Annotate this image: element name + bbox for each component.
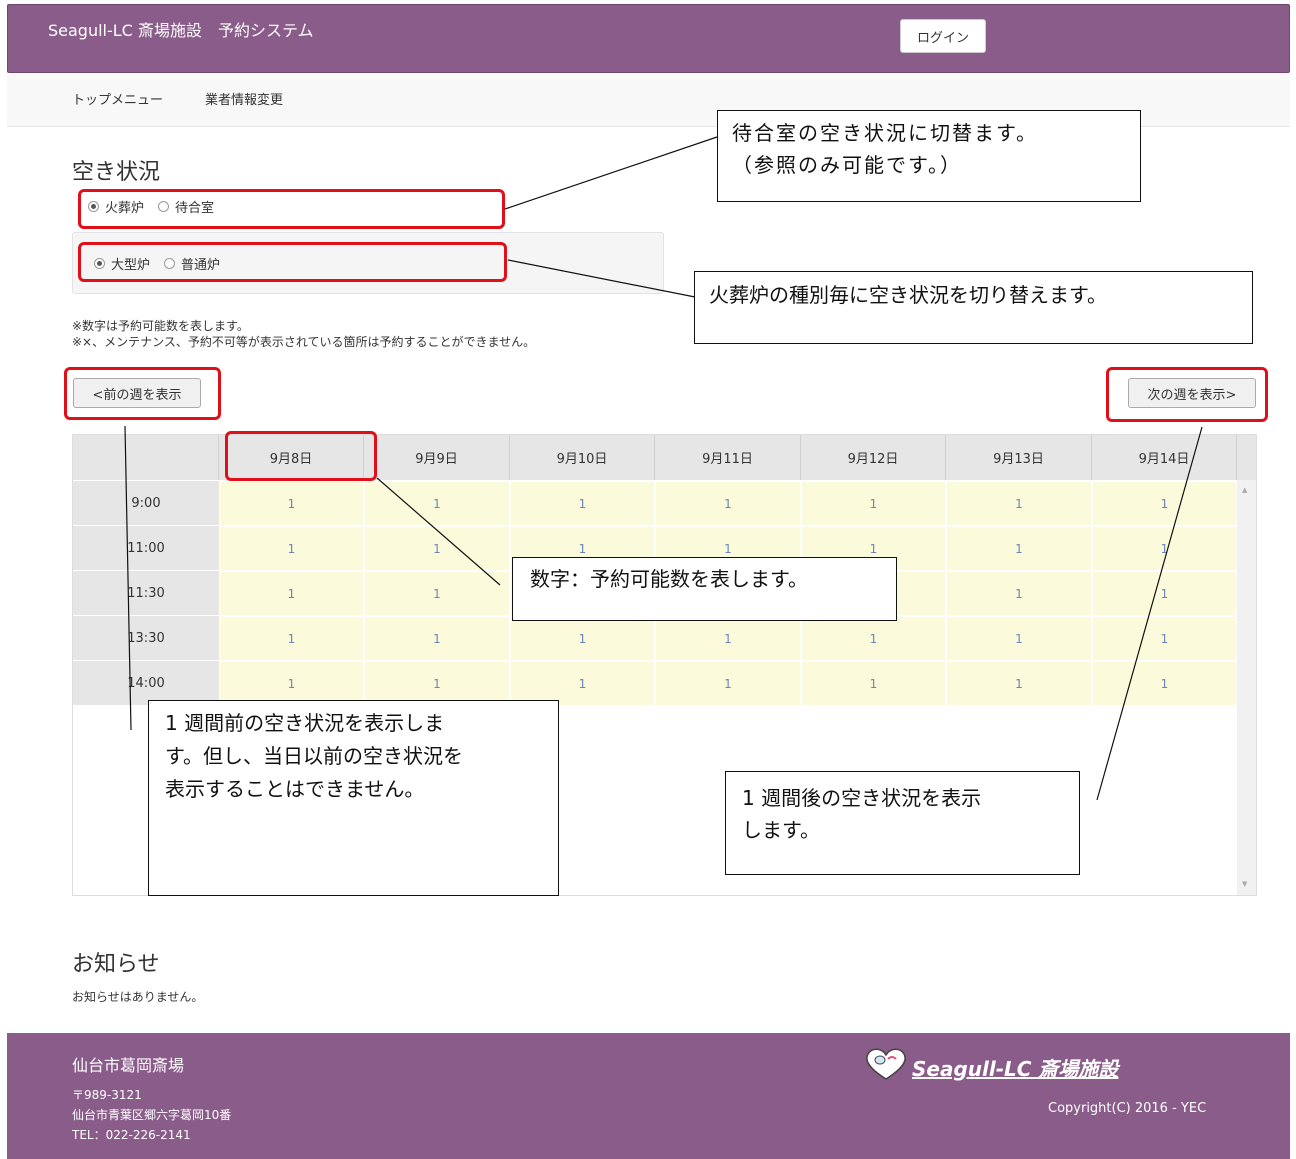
callout-line: します。 — [742, 818, 820, 842]
availability-cell[interactable]: 1 — [1092, 526, 1237, 571]
availability-cell[interactable]: 1 — [1092, 481, 1237, 526]
callout-line: 待合室の空き状況に切替ます。 — [732, 121, 1038, 145]
availability-cell[interactable]: 1 — [655, 616, 801, 661]
callout-prev-week: 1 週間前の空き状況を表示しま す。但し、当日以前の空き状況を 表示することはで… — [148, 700, 559, 896]
news-title: お知らせ — [72, 952, 160, 977]
app-title: Seagull-LC 斎場施設 予約システム — [48, 21, 314, 40]
availability-cell[interactable]: 1 — [1092, 616, 1237, 661]
availability-cell[interactable]: 1 — [219, 481, 364, 526]
availability-cell[interactable]: 1 — [510, 481, 655, 526]
availability-cell[interactable]: 1 — [655, 481, 801, 526]
highlight-prev-week — [64, 367, 221, 420]
footer-logo-text: Seagull-LC 斎場施設 — [912, 1057, 1119, 1081]
nav-vendor-info[interactable]: 業者情報変更 — [205, 89, 283, 108]
note-numbers: ※数字は予約可能数を表します。 — [72, 319, 249, 333]
availability-cell[interactable]: 1 — [364, 526, 510, 571]
day-header: 9月12日 — [801, 435, 946, 480]
callout-line: 火葬炉の種別毎に空き状況を切り替えます。 — [709, 283, 1107, 307]
day-header: 9月14日 — [1092, 435, 1237, 480]
callout-line: 1 週間前の空き状況を表示しま — [165, 711, 445, 735]
news-text: お知らせはありません。 — [72, 990, 204, 1004]
callout-line: 1 週間後の空き状況を表示 — [742, 786, 982, 810]
footer-address: 仙台市青葉区郷六字葛岡10番 — [72, 1108, 232, 1122]
availability-cell[interactable]: 1 — [946, 616, 1092, 661]
table-scrollbar[interactable] — [1237, 480, 1256, 895]
availability-cell[interactable]: 1 — [510, 616, 655, 661]
callout-next-week: 1 週間後の空き状況を表示 します。 — [725, 771, 1080, 875]
availability-cell[interactable]: 1 — [364, 481, 510, 526]
time-slot-label: 11:30 — [73, 571, 219, 616]
availability-cell[interactable]: 1 — [219, 526, 364, 571]
availability-cell[interactable]: 1 — [364, 571, 510, 616]
availability-cell[interactable]: 1 — [219, 616, 364, 661]
availability-cell[interactable]: 1 — [219, 571, 364, 616]
scroll-down-icon[interactable]: ▼ — [1242, 880, 1247, 888]
highlight-next-week — [1106, 367, 1268, 422]
availability-cell[interactable]: 1 — [801, 661, 946, 706]
day-header: 9月9日 — [364, 435, 510, 480]
scroll-header-spacer — [1237, 435, 1256, 480]
time-slot-label: 11:00 — [73, 526, 219, 571]
availability-title: 空き状況 — [72, 160, 161, 185]
availability-cell[interactable]: 1 — [801, 616, 946, 661]
login-button[interactable]: ログイン — [900, 19, 986, 53]
nav-top-menu[interactable]: トップメニュー — [72, 89, 163, 108]
callout-line: 数字：予約可能数を表します。 — [530, 567, 808, 591]
footer — [7, 1033, 1290, 1159]
time-slot-label: 9:00 — [73, 481, 219, 526]
seagull-logo-icon — [862, 1045, 910, 1081]
callout-line: す。但し、当日以前の空き状況を — [165, 744, 463, 768]
callout-furnace-type: 火葬炉の種別毎に空き状況を切り替えます。 — [694, 271, 1253, 344]
day-header: 9月11日 — [655, 435, 801, 480]
availability-cell[interactable]: 1 — [801, 481, 946, 526]
footer-facility-name: 仙台市葛岡斎場 — [72, 1056, 185, 1075]
availability-cell[interactable]: 1 — [655, 661, 801, 706]
table-corner-header — [73, 435, 219, 480]
note-unavailable: ※×、メンテナンス、予約不可等が表示されている箇所は予約することができません。 — [72, 335, 536, 349]
availability-cell[interactable]: 1 — [946, 661, 1092, 706]
scroll-up-icon[interactable]: ▲ — [1242, 486, 1247, 494]
time-slot-label: 13:30 — [73, 616, 219, 661]
callout-line: 表示することはできません。 — [165, 777, 425, 801]
highlight-facility-radio — [78, 189, 505, 229]
availability-cell[interactable]: 1 — [946, 571, 1092, 616]
day-header: 9月10日 — [510, 435, 655, 480]
callout-number-meaning: 数字：予約可能数を表します。 — [512, 557, 897, 621]
footer-copyright: Copyright(C) 2016 - YEC — [1048, 1101, 1207, 1116]
day-header: 9月13日 — [946, 435, 1092, 480]
availability-cell[interactable]: 1 — [364, 616, 510, 661]
highlight-first-day — [225, 431, 377, 481]
highlight-furnace-radio — [78, 242, 507, 282]
footer-tel: TEL：022-226-2141 — [72, 1128, 191, 1142]
callout-line: （参照のみ可能です。） — [732, 153, 962, 177]
availability-cell[interactable]: 1 — [1092, 661, 1237, 706]
footer-postal: 〒989-3121 — [72, 1088, 142, 1102]
callout-waiting-room: 待合室の空き状況に切替ます。 （参照のみ可能です。） — [717, 110, 1141, 202]
availability-cell[interactable]: 1 — [946, 526, 1092, 571]
availability-cell[interactable]: 1 — [946, 481, 1092, 526]
availability-cell[interactable]: 1 — [1092, 571, 1237, 616]
